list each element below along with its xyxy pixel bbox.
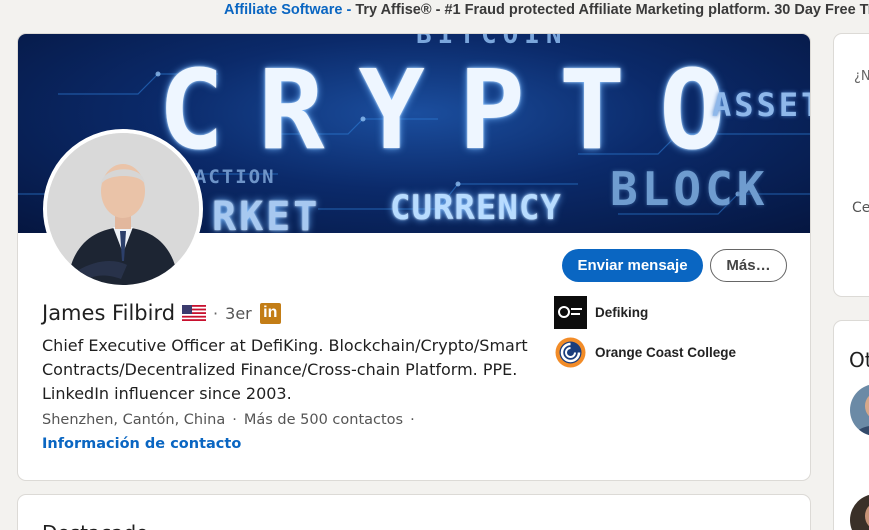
profile-name: James Filbird <box>42 301 176 325</box>
linkedin-influencer-badge-icon: in <box>259 302 281 324</box>
connections-separator: · <box>410 412 415 428</box>
org-defiking[interactable]: Defiking <box>554 296 648 329</box>
send-message-button[interactable]: Enviar mensaje <box>562 249 703 282</box>
connection-degree: 3er <box>225 303 252 323</box>
org-label: Orange Coast College <box>595 345 737 360</box>
location-row: Shenzhen, Cantón, China · Más de 500 conta… <box>42 412 422 428</box>
banner-word-currency: CURRENCY <box>390 188 562 228</box>
us-flag-icon <box>182 305 207 321</box>
banner-word-crypto: CRYPTO <box>158 46 760 174</box>
people-also-viewed-card: Ot <box>833 320 869 530</box>
name-row: James Filbird · 3er in <box>42 301 281 325</box>
defiking-logo-icon <box>554 296 587 329</box>
org-orange-coast-college[interactable]: Orange Coast College <box>554 336 736 369</box>
contact-info-link[interactable]: Información de contacto <box>42 436 241 452</box>
profile-card: BITCOIN CRYPTO ASSET BLOCK NSACTION RKET… <box>17 33 811 481</box>
sidebar-card-text: ¿N <box>854 69 869 84</box>
name-separator: · <box>213 303 219 323</box>
ad-link[interactable]: Affiliate Software <box>224 2 342 18</box>
ad-banner[interactable]: Affiliate Software - Try Affise® - #1 Fr… <box>0 0 869 22</box>
profile-location: Shenzhen, Cantón, China <box>42 412 226 428</box>
banner-word-block: BLOCK <box>610 162 769 216</box>
featured-card: Destacado <box>17 494 811 530</box>
banner-word-asset: ASSET <box>712 86 810 124</box>
avatar[interactable] <box>850 384 869 436</box>
connections-count[interactable]: Más de 500 contactos <box>244 412 403 428</box>
avatar-portrait <box>47 133 199 285</box>
people-also-viewed-title: Ot <box>849 348 869 372</box>
location-separator: · <box>232 412 237 428</box>
profile-headline: Chief Executive Officer at DefiKing. Blo… <box>42 336 528 403</box>
banner-word-market: RKET <box>212 194 321 233</box>
orange-coast-college-logo-icon <box>554 336 587 369</box>
featured-title: Destacado <box>42 521 148 530</box>
avatar[interactable] <box>850 494 869 530</box>
profile-avatar[interactable] <box>43 129 203 289</box>
sidebar-card-text: Ce <box>852 200 869 216</box>
ad-separator: - <box>342 2 356 18</box>
sidebar-card: ¿N Ce <box>833 33 869 297</box>
more-button[interactable]: Más… <box>710 249 787 282</box>
org-label: Defiking <box>595 305 649 320</box>
ad-text: Try Affise® - #1 Fraud protected Affilia… <box>355 2 869 18</box>
